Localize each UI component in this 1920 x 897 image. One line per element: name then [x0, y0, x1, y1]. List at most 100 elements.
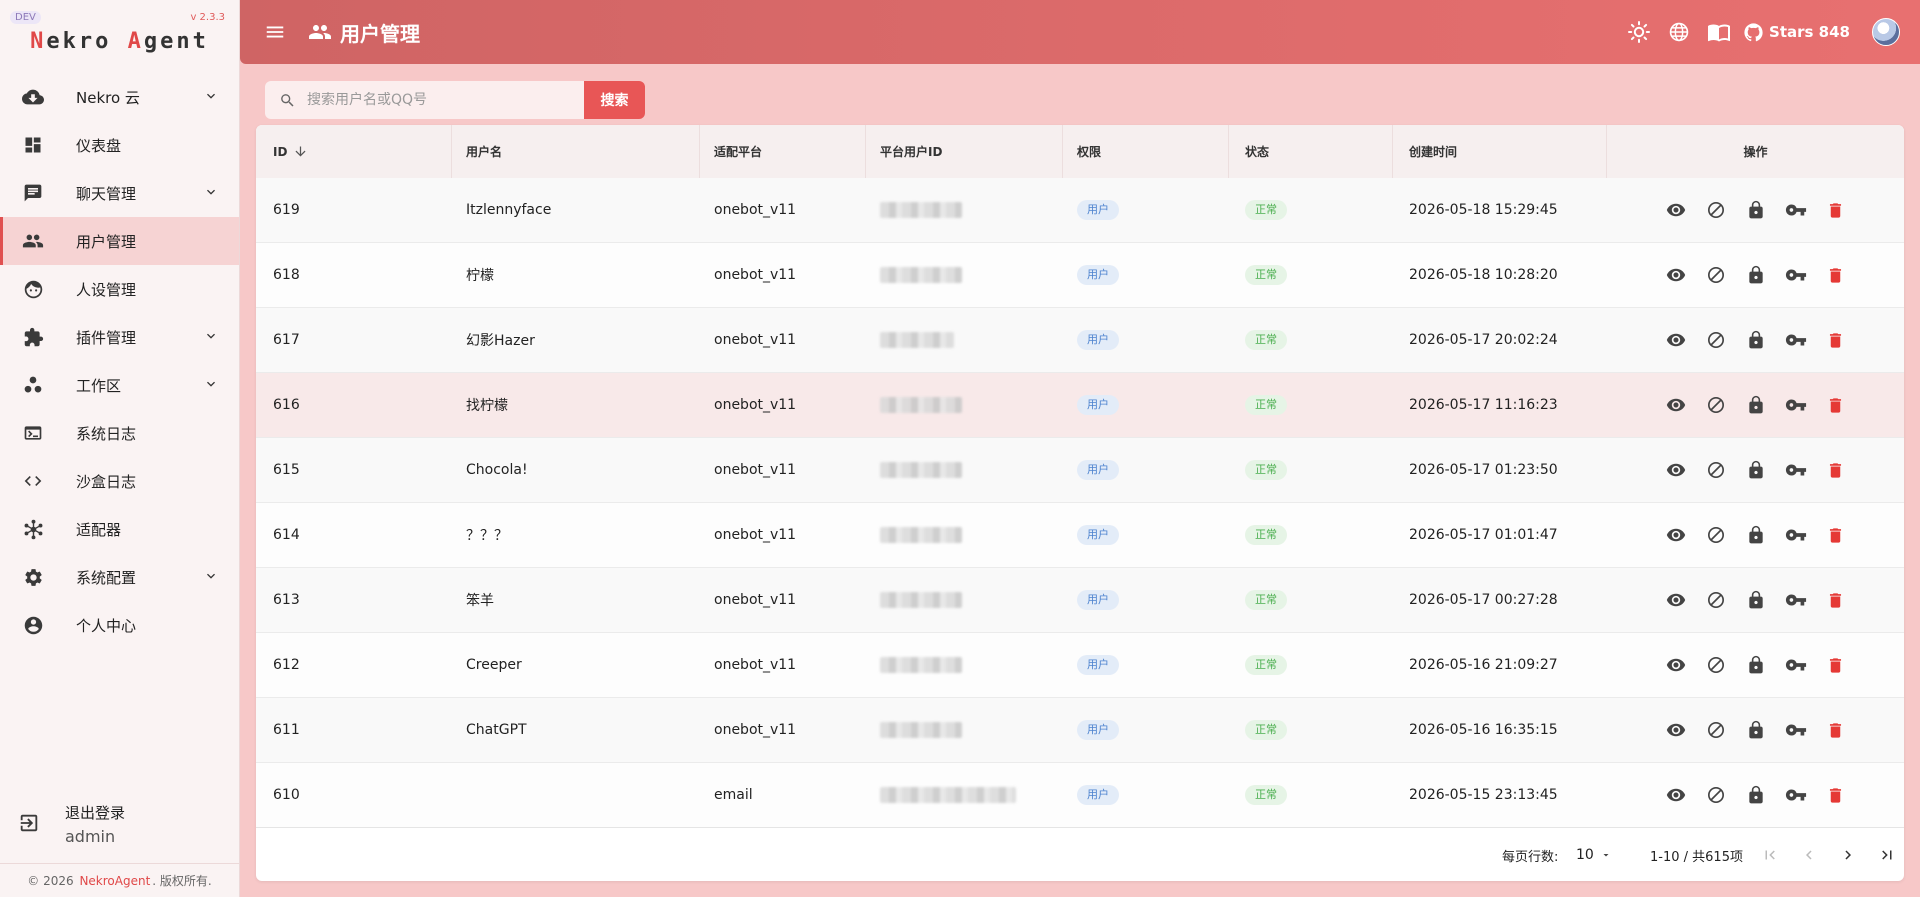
eye-icon[interactable] — [1662, 326, 1690, 354]
next-page-icon[interactable] — [1834, 841, 1862, 869]
key-icon[interactable] — [1782, 651, 1810, 679]
table-row[interactable]: 612 Creeper onebot_v11 用户 正常 2026-05-16 21:09… — [256, 633, 1904, 698]
sidebar-item-plugins[interactable]: 插件管理 — [0, 313, 239, 361]
table-row[interactable]: 616 找柠檬 onebot_v11 用户 正常 2026-05-17 11:16:23 — [256, 373, 1904, 438]
column-header-status[interactable]: 状态 — [1229, 125, 1393, 178]
delete-icon[interactable] — [1822, 586, 1850, 614]
table-row[interactable]: 614 ？？？ onebot_v11 用户 正常 2026-05-17 01:01:47 — [256, 503, 1904, 568]
cell-platform-user-id — [866, 763, 1063, 827]
sidebar-item-dashboard[interactable]: 仪表盘 — [0, 121, 239, 169]
block-icon[interactable] — [1702, 326, 1730, 354]
table-row[interactable]: 611 ChatGPT onebot_v11 用户 正常 2026-05-16 16:35… — [256, 698, 1904, 763]
block-icon[interactable] — [1702, 391, 1730, 419]
sidebar-item-nekro-cloud[interactable]: Nekro 云 — [0, 73, 239, 121]
lock-icon[interactable] — [1742, 456, 1770, 484]
eye-icon[interactable] — [1662, 716, 1690, 744]
block-icon[interactable] — [1702, 521, 1730, 549]
block-icon[interactable] — [1702, 586, 1730, 614]
table-row[interactable]: 619 Itzlennyface onebot_v11 用户 正常 2026-05-18 … — [256, 178, 1904, 243]
lock-icon[interactable] — [1742, 586, 1770, 614]
eye-icon[interactable] — [1662, 651, 1690, 679]
sidebar-item-adapters[interactable]: 适配器 — [0, 505, 239, 553]
eye-icon[interactable] — [1662, 781, 1690, 809]
delete-icon[interactable] — [1822, 196, 1850, 224]
docs-book-icon[interactable] — [1706, 19, 1732, 45]
table-row[interactable]: 613 笨羊 onebot_v11 用户 正常 2026-05-17 00:27:28 — [256, 568, 1904, 633]
key-icon[interactable] — [1782, 196, 1810, 224]
column-header-username[interactable]: 用户名 — [452, 125, 700, 178]
column-header-id[interactable]: ID — [256, 125, 452, 178]
block-icon[interactable] — [1702, 196, 1730, 224]
key-icon[interactable] — [1782, 456, 1810, 484]
eye-icon[interactable] — [1662, 391, 1690, 419]
delete-icon[interactable] — [1822, 326, 1850, 354]
cell-platform: email — [714, 787, 753, 803]
delete-icon[interactable] — [1822, 781, 1850, 809]
lock-icon[interactable] — [1742, 196, 1770, 224]
key-icon[interactable] — [1782, 781, 1810, 809]
cell-id: 615 — [273, 462, 300, 478]
sidebar-item-sandbox-log[interactable]: 沙盒日志 — [0, 457, 239, 505]
eye-icon[interactable] — [1662, 261, 1690, 289]
search-button[interactable]: 搜索 — [584, 81, 645, 119]
lock-icon[interactable] — [1742, 781, 1770, 809]
table-row[interactable]: 618 柠檬 onebot_v11 用户 正常 2026-05-18 10:28:20 — [256, 243, 1904, 308]
sidebar-item-workspace[interactable]: 工作区 — [0, 361, 239, 409]
delete-icon[interactable] — [1822, 456, 1850, 484]
search-input[interactable] — [307, 92, 577, 108]
lock-icon[interactable] — [1742, 326, 1770, 354]
user-avatar[interactable] — [1872, 18, 1900, 46]
table-row[interactable]: 610 email 用户 正常 2026-05-15 23:13:45 — [256, 763, 1904, 828]
lock-icon[interactable] — [1742, 651, 1770, 679]
sidebar-item-persona[interactable]: 人设管理 — [0, 265, 239, 313]
key-icon[interactable] — [1782, 586, 1810, 614]
block-icon[interactable] — [1702, 716, 1730, 744]
last-page-icon[interactable] — [1873, 841, 1901, 869]
key-icon[interactable] — [1782, 326, 1810, 354]
github-stars-button[interactable]: Stars 848 — [1744, 22, 1850, 42]
prev-page-icon[interactable] — [1795, 841, 1823, 869]
sidebar-item-settings[interactable]: 系统配置 — [0, 553, 239, 601]
key-icon[interactable] — [1782, 521, 1810, 549]
block-icon[interactable] — [1702, 651, 1730, 679]
key-icon[interactable] — [1782, 261, 1810, 289]
rows-per-page-select[interactable]: 10 — [1576, 828, 1612, 881]
brand-logo[interactable]: Nekro Agent — [0, 29, 239, 54]
lock-icon[interactable] — [1742, 716, 1770, 744]
delete-icon[interactable] — [1822, 261, 1850, 289]
delete-icon[interactable] — [1822, 391, 1850, 419]
sidebar-item-system-log[interactable]: 系统日志 — [0, 409, 239, 457]
sidebar-item-chat[interactable]: 聊天管理 — [0, 169, 239, 217]
sidebar-item-users[interactable]: 用户管理 — [0, 217, 239, 265]
delete-icon[interactable] — [1822, 521, 1850, 549]
table-row[interactable]: 615 Chocola! onebot_v11 用户 正常 2026-05-17 01:2… — [256, 438, 1904, 503]
column-header-platform-user-id[interactable]: 平台用户ID — [866, 125, 1063, 178]
sidebar-item-profile[interactable]: 个人中心 — [0, 601, 239, 649]
lock-icon[interactable] — [1742, 261, 1770, 289]
block-icon[interactable] — [1702, 456, 1730, 484]
column-header-created[interactable]: 创建时间 — [1393, 125, 1607, 178]
key-icon[interactable] — [1782, 716, 1810, 744]
table-row[interactable]: 617 幻影Hazer onebot_v11 用户 正常 2026-05-17 20:02… — [256, 308, 1904, 373]
column-header-permission[interactable]: 权限 — [1063, 125, 1229, 178]
logout-button[interactable]: 退出登录 admin — [0, 800, 239, 850]
menu-icon[interactable] — [262, 19, 288, 45]
language-globe-icon[interactable] — [1666, 19, 1692, 45]
eye-icon[interactable] — [1662, 456, 1690, 484]
block-icon[interactable] — [1702, 261, 1730, 289]
first-page-icon[interactable] — [1756, 841, 1784, 869]
cell-permission: 用户 — [1063, 243, 1229, 307]
theme-toggle-icon[interactable] — [1626, 19, 1652, 45]
column-header-platform[interactable]: 适配平台 — [700, 125, 866, 178]
eye-icon[interactable] — [1662, 196, 1690, 224]
eye-icon[interactable] — [1662, 521, 1690, 549]
delete-icon[interactable] — [1822, 651, 1850, 679]
block-icon[interactable] — [1702, 781, 1730, 809]
lock-icon[interactable] — [1742, 391, 1770, 419]
lock-icon[interactable] — [1742, 521, 1770, 549]
sidebar: DEV v 2.3.3 Nekro Agent Nekro 云 仪表盘 聊天管理 — [0, 0, 240, 897]
nekroagent-link[interactable]: NekroAgent — [79, 874, 150, 888]
key-icon[interactable] — [1782, 391, 1810, 419]
eye-icon[interactable] — [1662, 586, 1690, 614]
delete-icon[interactable] — [1822, 716, 1850, 744]
